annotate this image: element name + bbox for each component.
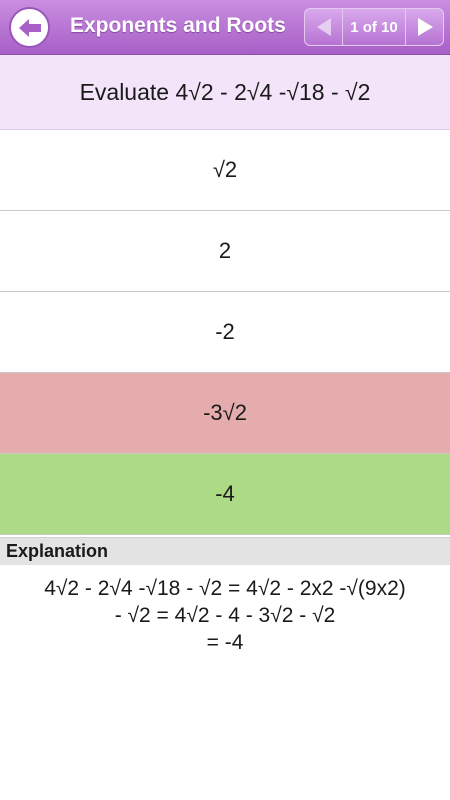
triangle-right-icon [417, 18, 433, 36]
back-button[interactable] [9, 7, 50, 48]
pager-label: 1 of 10 [350, 18, 398, 36]
explanation-text: 4√2 - 2√4 -√18 - √2 = 4√2 - 2x2 -√(9x2) … [0, 575, 450, 656]
answer-option-1[interactable]: √2 [0, 130, 450, 211]
answer-option-3[interactable]: -2 [0, 292, 450, 373]
question-pager: 1 of 10 [304, 8, 444, 46]
app-header: Exponents and Roots 1 of 10 [0, 0, 450, 55]
explanation-line-1: 4√2 - 2√4 -√18 - √2 = 4√2 - 2x2 -√(9x2) [44, 577, 406, 600]
previous-button[interactable] [305, 9, 343, 45]
explanation-line-2: - √2 = 4√2 - 4 - 3√2 - √2 [114, 604, 336, 627]
answer-option-4[interactable]: -3√2 [0, 373, 450, 454]
answer-option-2[interactable]: 2 [0, 211, 450, 292]
explanation-heading: Explanation [0, 537, 450, 565]
explanation-line-3: = -4 [206, 631, 244, 654]
next-button[interactable] [405, 9, 443, 45]
arrow-left-icon [18, 18, 41, 37]
answer-list: √2 2 -2 -3√2 -4 [0, 130, 450, 535]
triangle-left-icon [316, 18, 331, 36]
page-title: Exponents and Roots [70, 14, 286, 37]
question-text: Evaluate 4√2 - 2√4 -√18 - √2 [0, 55, 450, 130]
answer-option-5[interactable]: -4 [0, 454, 450, 535]
